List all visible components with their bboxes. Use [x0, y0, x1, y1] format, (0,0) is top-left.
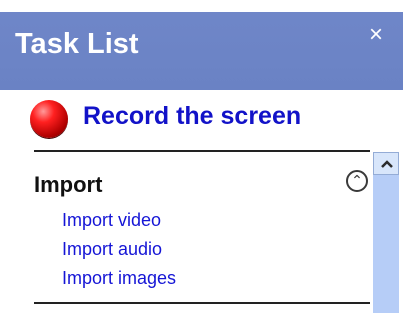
scroll-up-arrow-icon[interactable] — [373, 152, 399, 175]
record-screen-link[interactable]: Record the screen — [83, 102, 301, 131]
import-section-title: Import — [34, 172, 103, 197]
window-title: Task List — [15, 28, 139, 60]
import-video-link[interactable]: Import video — [62, 210, 176, 239]
import-section: Import ⌃ Import video Import audio Impor… — [34, 152, 370, 302]
section-divider-bottom — [34, 302, 370, 304]
scrollbar-track[interactable] — [373, 175, 399, 313]
record-dot-icon — [30, 100, 68, 138]
record-screen-row[interactable]: Record the screen — [30, 96, 370, 140]
import-audio-link[interactable]: Import audio — [62, 239, 176, 268]
double-chevron-up-icon[interactable]: ⌃ — [346, 170, 368, 192]
import-links: Import video Import audio Import images — [62, 210, 176, 297]
task-list-titlebar: Task List × — [0, 0, 403, 90]
close-icon[interactable]: × — [366, 23, 386, 47]
vertical-scrollbar[interactable] — [373, 152, 399, 313]
import-images-link[interactable]: Import images — [62, 268, 176, 297]
chevron-up-icon — [381, 160, 393, 168]
